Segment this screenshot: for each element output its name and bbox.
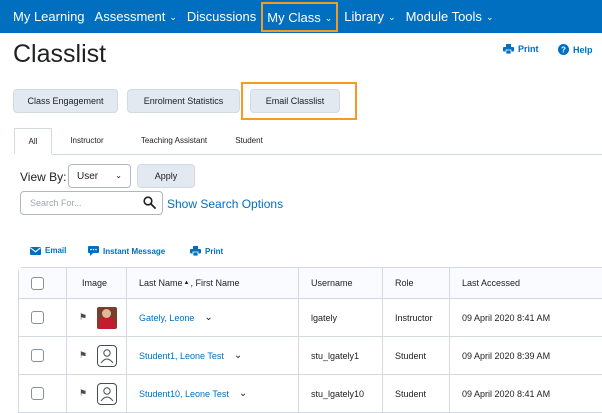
role-cell: Student bbox=[382, 337, 449, 374]
role-tabs: All Instructor Teaching Assistant Studen… bbox=[14, 128, 602, 155]
tab-student[interactable]: Student bbox=[228, 128, 270, 153]
print-link[interactable]: Print bbox=[503, 44, 539, 54]
flag-icon[interactable]: ⚑ bbox=[79, 388, 87, 399]
last-accessed-column-header: Last Accessed bbox=[449, 268, 602, 298]
flag-icon[interactable]: ⚑ bbox=[79, 350, 87, 361]
image-column-header: Image bbox=[66, 268, 126, 298]
username-cell: stu_lgately10 bbox=[298, 375, 382, 412]
role-column-header: Role bbox=[382, 268, 449, 298]
flag-icon[interactable]: ⚑ bbox=[79, 312, 87, 323]
select-all-checkbox[interactable] bbox=[31, 276, 44, 290]
chevron-down-icon: ⌄ bbox=[115, 171, 122, 180]
table-row: ⚑ Student1, Leone Test ⌄ stu_lgately1 St… bbox=[19, 337, 602, 375]
tab-all[interactable]: All bbox=[14, 128, 52, 155]
user-avatar bbox=[97, 306, 118, 329]
chevron-down-icon: ⌄ bbox=[388, 12, 396, 22]
user-name-link[interactable]: Student1, Leone Test bbox=[139, 351, 224, 361]
table-header-row: Image Last Name ▲ , First Name Username … bbox=[19, 268, 602, 299]
name-column-header: Last Name ▲ , First Name bbox=[126, 268, 298, 298]
envelope-icon bbox=[30, 246, 41, 255]
top-navigation: My Learning Assessment ⌄ Discussions My C… bbox=[0, 0, 602, 33]
view-by-label: View By: bbox=[20, 170, 67, 184]
last-accessed-cell: 09 April 2020 8:41 AM bbox=[449, 299, 602, 336]
username-cell: lgately bbox=[298, 299, 382, 336]
table-row: ⚑ Gately, Leone ⌄ lgately Instructor 09 … bbox=[19, 299, 602, 337]
instant-message-action[interactable]: Instant Message bbox=[88, 246, 165, 256]
show-search-options-link[interactable]: Show Search Options bbox=[167, 197, 283, 211]
tab-instructor[interactable]: Instructor bbox=[62, 128, 112, 153]
enrolment-statistics-button[interactable]: Enrolment Statistics bbox=[127, 89, 240, 113]
select-all-cell bbox=[19, 268, 66, 298]
chat-bubble-icon bbox=[88, 246, 99, 256]
row-checkbox[interactable] bbox=[31, 387, 44, 400]
svg-text:?: ? bbox=[561, 46, 566, 55]
classlist-table: Image Last Name ▲ , First Name Username … bbox=[18, 267, 602, 413]
sort-first-name-link[interactable]: , First Name bbox=[190, 278, 239, 288]
row-checkbox[interactable] bbox=[31, 349, 44, 362]
last-accessed-cell: 09 April 2020 8:41 AM bbox=[449, 375, 602, 412]
default-user-avatar-icon bbox=[97, 344, 118, 367]
chevron-down-icon: ⌄ bbox=[324, 12, 333, 23]
nav-my-learning[interactable]: My Learning bbox=[13, 0, 85, 33]
help-icon: ? bbox=[558, 44, 569, 55]
default-user-avatar-icon bbox=[97, 382, 118, 405]
nav-library[interactable]: Library ⌄ bbox=[344, 0, 395, 33]
role-cell: Student bbox=[382, 375, 449, 412]
sort-ascending-icon: ▲ bbox=[183, 280, 190, 286]
nav-discussions[interactable]: Discussions bbox=[187, 0, 256, 33]
page-title: Classlist bbox=[13, 40, 107, 68]
chevron-down-icon: ⌄ bbox=[169, 12, 177, 22]
tab-teaching-assistant[interactable]: Teaching Assistant bbox=[132, 128, 216, 153]
email-action[interactable]: Email bbox=[30, 246, 66, 255]
print-action[interactable]: Print bbox=[190, 246, 223, 256]
context-menu-chevron-icon[interactable]: ⌄ bbox=[204, 312, 212, 323]
last-accessed-cell: 09 April 2020 8:39 AM bbox=[449, 337, 602, 374]
view-by-select[interactable]: User ⌄ bbox=[68, 164, 131, 188]
nav-assessment[interactable]: Assessment ⌄ bbox=[95, 0, 177, 33]
search-icon[interactable] bbox=[143, 196, 156, 209]
help-link[interactable]: ? Help bbox=[558, 44, 593, 55]
context-menu-chevron-icon[interactable]: ⌄ bbox=[239, 388, 247, 399]
table-row: ⚑ Student10, Leone Test ⌄ stu_lgately10 … bbox=[19, 375, 602, 412]
context-menu-chevron-icon[interactable]: ⌄ bbox=[234, 350, 242, 361]
row-checkbox[interactable] bbox=[31, 311, 44, 324]
search-input[interactable]: Search For... bbox=[20, 191, 163, 215]
username-column-header: Username bbox=[298, 268, 382, 298]
printer-icon bbox=[503, 44, 514, 54]
class-engagement-button[interactable]: Class Engagement bbox=[13, 89, 118, 113]
role-cell: Instructor bbox=[382, 299, 449, 336]
email-classlist-button[interactable]: Email Classlist bbox=[250, 89, 340, 113]
username-cell: stu_lgately1 bbox=[298, 337, 382, 374]
apply-button[interactable]: Apply bbox=[137, 164, 195, 188]
nav-module-tools[interactable]: Module Tools ⌄ bbox=[406, 0, 494, 33]
sort-last-name-link[interactable]: Last Name bbox=[139, 278, 183, 288]
nav-my-class[interactable]: My Class ⌄ bbox=[261, 2, 339, 32]
printer-icon bbox=[190, 246, 201, 256]
user-name-link[interactable]: Gately, Leone bbox=[139, 313, 194, 323]
user-name-link[interactable]: Student10, Leone Test bbox=[139, 389, 229, 399]
chevron-down-icon: ⌄ bbox=[485, 12, 494, 22]
